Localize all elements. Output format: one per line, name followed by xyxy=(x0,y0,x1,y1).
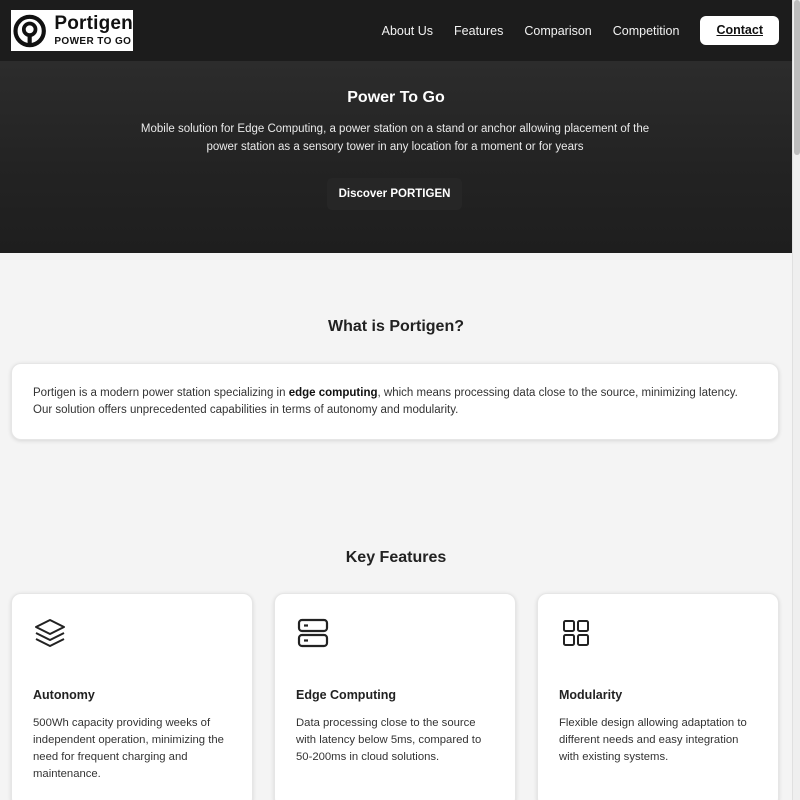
about-card: Portigen is a modern power station speci… xyxy=(11,363,779,440)
grid-icon xyxy=(563,620,589,646)
discover-button[interactable]: Discover PORTIGEN xyxy=(327,178,462,210)
site-header: Portigen POWER TO GO About Us Features C… xyxy=(0,0,792,61)
hero-section: Power To Go Mobile solution for Edge Com… xyxy=(0,61,792,253)
feature-title: Edge Computing xyxy=(296,688,396,702)
portigen-logo-icon xyxy=(13,14,46,47)
feature-card-edge-computing: Edge Computing Data processing close to … xyxy=(274,593,516,800)
about-title: What is Portigen? xyxy=(328,318,464,335)
feature-text: Data processing close to the source with… xyxy=(296,717,482,763)
server-icon xyxy=(297,618,329,648)
hero-subtitle: Mobile solution for Edge Computing, a po… xyxy=(140,123,650,153)
feature-text: 500Wh capacity providing weeks of indepe… xyxy=(33,717,224,780)
about-text-start: Portigen is a modern power station speci… xyxy=(33,387,289,399)
feature-title: Autonomy xyxy=(33,688,95,702)
brand-name: Portigen xyxy=(54,13,133,34)
feature-card-autonomy: Autonomy 500Wh capacity providing weeks … xyxy=(11,593,253,800)
nav-competition[interactable]: Competition xyxy=(613,24,680,38)
main-nav: About Us Features Comparison Competition… xyxy=(361,16,779,45)
page-scrollbar[interactable] xyxy=(792,0,800,800)
hero-title: Power To Go xyxy=(347,89,445,106)
feature-title: Modularity xyxy=(559,688,623,702)
about-text-highlight: edge computing xyxy=(288,387,378,399)
layers-icon xyxy=(35,619,65,647)
nav-comparison[interactable]: Comparison xyxy=(524,24,591,38)
feature-text: Flexible design allowing adaptation to d… xyxy=(559,717,747,763)
nav-features[interactable]: Features xyxy=(454,24,503,38)
contact-button[interactable]: Contact xyxy=(700,16,779,45)
scrollbar-thumb[interactable] xyxy=(794,0,800,155)
brand-logo[interactable]: Portigen POWER TO GO xyxy=(11,10,133,51)
nav-about-us[interactable]: About Us xyxy=(382,24,433,38)
brand-tagline: POWER TO GO xyxy=(54,36,132,47)
features-title: Key Features xyxy=(345,549,447,566)
feature-card-modularity: Modularity Flexible design allowing adap… xyxy=(537,593,779,800)
